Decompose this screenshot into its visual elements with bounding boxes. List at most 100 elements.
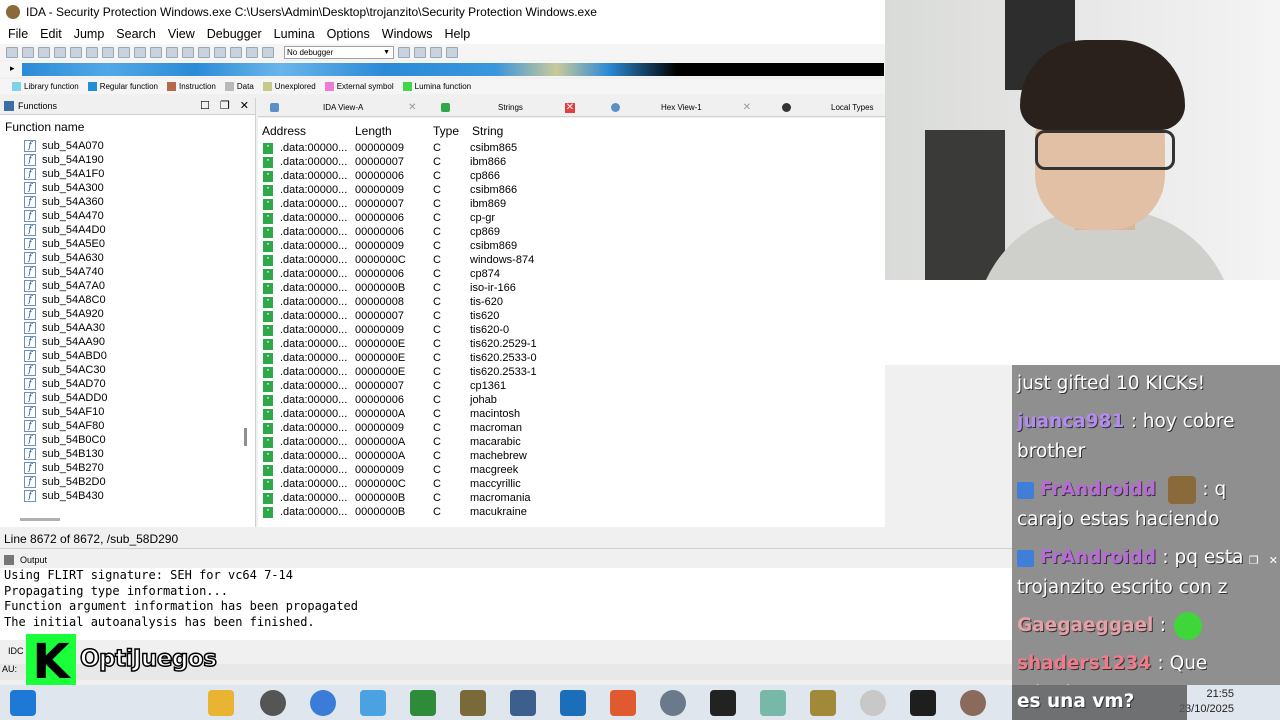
table-row[interactable]: " .data:00000... 0000000B Cmacukraine: [258, 506, 885, 520]
chat-username[interactable]: juanca981: [1017, 411, 1131, 432]
maximize-icon[interactable]: ☐: [200, 99, 210, 112]
table-row[interactable]: " .data:00000... 00000006 Ccp869: [258, 226, 885, 240]
data-icon[interactable]: [182, 46, 194, 58]
menu-edit[interactable]: Edit: [34, 27, 68, 41]
text-icon[interactable]: [134, 46, 146, 58]
table-row[interactable]: " .data:00000... 00000006 Ccp874: [258, 268, 885, 282]
table-row[interactable]: " .data:00000... 00000009 Ccsibm866: [258, 184, 885, 198]
table-row[interactable]: " .data:00000... 00000009 Cmacgreek: [258, 464, 885, 478]
table-row[interactable]: " .data:00000... 0000000E Ctis620.2533-0: [258, 352, 885, 366]
restore-icon[interactable]: ❐: [220, 99, 230, 112]
chrome-icon[interactable]: [310, 690, 336, 716]
excel-icon[interactable]: [410, 690, 436, 716]
nav-left-arrow-icon[interactable]: ▸: [10, 63, 15, 74]
function-list-item[interactable]: f sub_54AA30: [24, 321, 255, 335]
close-tab-icon[interactable]: ✕: [742, 102, 752, 113]
open-icon[interactable]: [6, 46, 18, 58]
function-list-item[interactable]: f sub_54AC30: [24, 363, 255, 377]
table-row[interactable]: " .data:00000... 0000000B Ciso-ir-166: [258, 282, 885, 296]
function-name-header[interactable]: Function name: [0, 115, 255, 139]
function-list-item[interactable]: f sub_54B270: [24, 461, 255, 475]
tab-ida-view-a[interactable]: IDA View-A ✕: [270, 98, 417, 117]
function-list-item[interactable]: f sub_54A5E0: [24, 237, 255, 251]
table-row[interactable]: " .data:00000... 00000006 Ccp866: [258, 170, 885, 184]
table-row[interactable]: " .data:00000... 0000000A Cmacarabic: [258, 436, 885, 450]
function-list-item[interactable]: f sub_54B0C0: [24, 433, 255, 447]
function-list-item[interactable]: f sub_54A630: [24, 251, 255, 265]
clock-app-icon[interactable]: [860, 690, 886, 716]
function-list-item[interactable]: f sub_54A1F0: [24, 167, 255, 181]
column-length[interactable]: Length: [355, 124, 392, 138]
function-list-item[interactable]: f sub_54A920: [24, 307, 255, 321]
menu-view[interactable]: View: [162, 27, 201, 41]
back-icon[interactable]: [38, 46, 50, 58]
chat-username[interactable]: FrAndroidd: [1040, 547, 1162, 568]
menu-options[interactable]: Options: [321, 27, 376, 41]
minimize-icon[interactable]: —: [1228, 554, 1239, 567]
jump-icon[interactable]: [118, 46, 130, 58]
table-row[interactable]: " .data:00000... 0000000E Ctis620.2529-1: [258, 338, 885, 352]
code-icon[interactable]: [166, 46, 178, 58]
search-icon[interactable]: [102, 46, 114, 58]
box-icon[interactable]: [510, 690, 536, 716]
menu-windows[interactable]: Windows: [376, 27, 439, 41]
table-row[interactable]: " .data:00000... 00000006 Ccp-gr: [258, 212, 885, 226]
struct-icon[interactable]: [198, 46, 210, 58]
table-row[interactable]: " .data:00000... 00000007 Cibm869: [258, 198, 885, 212]
tab-hex-view-1[interactable]: Hex View-1 ✕: [611, 98, 752, 117]
table-row[interactable]: " .data:00000... 00000009 Ctis620-0: [258, 324, 885, 338]
menu-search[interactable]: Search: [110, 27, 162, 41]
table-row[interactable]: " .data:00000... 0000000A Cmacintosh: [258, 408, 885, 422]
restore-icon[interactable]: ❐: [1249, 554, 1259, 567]
app-icon[interactable]: [560, 690, 586, 716]
notepad-icon[interactable]: [760, 690, 786, 716]
tab-local-types[interactable]: Local Types: [782, 98, 874, 117]
function-list-item[interactable]: f sub_54A070: [24, 139, 255, 153]
paste-icon[interactable]: [86, 46, 98, 58]
column-string[interactable]: String: [472, 124, 503, 138]
function-list-item[interactable]: f sub_54ADD0: [24, 391, 255, 405]
file-explorer-icon[interactable]: [208, 690, 234, 716]
close-tab-icon[interactable]: ✕: [564, 102, 575, 113]
forward-icon[interactable]: [54, 46, 66, 58]
close-tab-icon[interactable]: ✕: [407, 102, 417, 113]
save-icon[interactable]: [22, 46, 34, 58]
function-list-item[interactable]: f sub_54AD70: [24, 377, 255, 391]
settings-icon[interactable]: [414, 46, 426, 58]
table-row[interactable]: " .data:00000... 00000008 Ctis-620: [258, 296, 885, 310]
enum-icon[interactable]: [214, 46, 226, 58]
vertical-scrollbar[interactable]: [244, 428, 247, 446]
function-list-item[interactable]: f sub_54AF10: [24, 405, 255, 419]
function-list-item[interactable]: f sub_54A4D0: [24, 223, 255, 237]
photos-icon[interactable]: [360, 690, 386, 716]
menu-lumina[interactable]: Lumina: [268, 27, 321, 41]
table-row[interactable]: " .data:00000... 00000007 Ccp1361: [258, 380, 885, 394]
tab-strings[interactable]: Strings ✕: [441, 98, 575, 117]
function-list-item[interactable]: f sub_54B130: [24, 447, 255, 461]
close-icon[interactable]: ✕: [1269, 554, 1278, 567]
start-icon[interactable]: [10, 690, 36, 716]
navigation-band[interactable]: [22, 63, 884, 76]
function-list-item[interactable]: f sub_54A7A0: [24, 279, 255, 293]
function-list-item[interactable]: f sub_54B2D0: [24, 475, 255, 489]
tool-icon[interactable]: [460, 690, 486, 716]
column-address[interactable]: Address: [262, 124, 306, 138]
function-list-item[interactable]: f sub_54A300: [24, 181, 255, 195]
table-row[interactable]: " .data:00000... 0000000A Cmachebrew: [258, 450, 885, 464]
function-list-item[interactable]: f sub_54A360: [24, 195, 255, 209]
table-row[interactable]: " .data:00000... 00000007 Cibm866: [258, 156, 885, 170]
menu-jump[interactable]: Jump: [68, 27, 111, 41]
copy-icon[interactable]: [70, 46, 82, 58]
list-icon[interactable]: [430, 46, 442, 58]
menu-debugger[interactable]: Debugger: [201, 27, 268, 41]
table-row[interactable]: " .data:00000... 00000006 Cjohab: [258, 394, 885, 408]
table-row[interactable]: " .data:00000... 00000009 Ccsibm869: [258, 240, 885, 254]
7zip-icon[interactable]: [710, 690, 736, 716]
steam-icon[interactable]: [660, 690, 686, 716]
function-list-item[interactable]: f sub_54B430: [24, 489, 255, 503]
taskbar-clock[interactable]: 21:55 23/10/2025: [1179, 687, 1234, 717]
function-list-item[interactable]: f sub_54AA90: [24, 335, 255, 349]
breakpoint-icon[interactable]: [398, 46, 410, 58]
horizontal-scrollbar[interactable]: [20, 518, 60, 521]
lock-icon[interactable]: [810, 690, 836, 716]
